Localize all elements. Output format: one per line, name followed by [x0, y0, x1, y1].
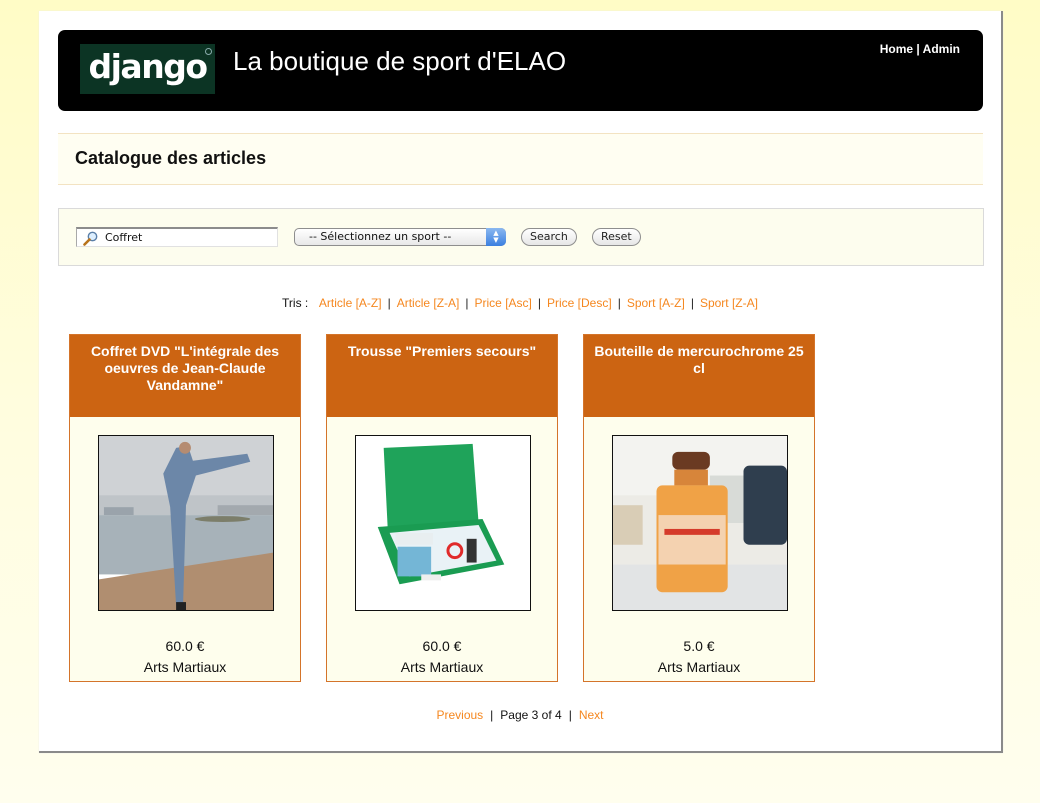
top-nav: Home | Admin — [880, 42, 960, 56]
registered-mark-icon — [205, 48, 212, 55]
sort-separator: | — [690, 296, 694, 310]
product-card[interactable]: Bouteille de mercurochrome 25 cl 5.0 € A… — [583, 334, 815, 682]
pager-separator: | — [490, 708, 494, 722]
martial-arts-kick-photo — [99, 436, 273, 610]
previous-page-link[interactable]: Previous — [436, 708, 483, 722]
mercurochrome-bottle-photo — [613, 436, 787, 610]
site-header: django La boutique de sport d'ELAO Home … — [58, 30, 983, 111]
sort-separator: | — [617, 296, 621, 310]
product-image-first-aid[interactable] — [355, 435, 531, 611]
page-status: Page 3 of 4 — [500, 708, 562, 722]
first-aid-kit-photo — [356, 436, 530, 610]
product-sport: Arts Martiaux — [400, 659, 484, 675]
sport-select-value: -- Sélectionnez un sport -- — [309, 230, 452, 243]
sort-sport-desc-link[interactable]: Sport [Z-A] — [700, 296, 758, 310]
pagination: Previous | Page 3 of 4 | Next — [39, 708, 1001, 722]
magnifier-icon — [83, 231, 98, 246]
logo-text: django — [88, 47, 209, 86]
product-price: 60.0 € — [165, 638, 205, 654]
search-button[interactable]: Search — [521, 228, 577, 246]
product-card[interactable]: Coffret DVD "L'intégrale des oeuvres de … — [69, 334, 301, 682]
pager-separator: | — [568, 708, 572, 722]
page-container: django La boutique de sport d'ELAO Home … — [39, 11, 1003, 753]
product-price: 60.0 € — [422, 638, 462, 654]
sort-sport-asc-link[interactable]: Sport [A-Z] — [627, 296, 685, 310]
reset-button[interactable]: Reset — [592, 228, 641, 246]
nav-admin-link[interactable]: Admin — [923, 42, 960, 56]
sort-bar: Tris : Article [A-Z] | Article [Z-A] | Price… — [39, 296, 1001, 310]
sport-select[interactable]: -- Sélectionnez un sport -- ▲ ▼ — [294, 228, 506, 246]
heading-band: Catalogue des articles — [58, 133, 983, 185]
product-price: 5.0 € — [683, 638, 715, 654]
select-arrows-icon: ▲ ▼ — [486, 228, 506, 246]
sort-separator: | — [387, 296, 391, 310]
product-card[interactable]: Trousse "Premiers secours" 60.0 € Arts M… — [326, 334, 558, 682]
sort-label: Tris : — [282, 296, 309, 310]
search-field[interactable] — [76, 227, 278, 247]
nav-home-link[interactable]: Home — [880, 42, 913, 56]
sort-price-desc-link[interactable]: Price [Desc] — [547, 296, 612, 310]
sort-article-desc-link[interactable]: Article [Z-A] — [397, 296, 460, 310]
sort-price-asc-link[interactable]: Price [Asc] — [475, 296, 532, 310]
sort-separator: | — [465, 296, 469, 310]
search-panel: -- Sélectionnez un sport -- ▲▼ Search Re… — [58, 208, 984, 266]
product-title[interactable]: Bouteille de mercurochrome 25 cl — [584, 335, 814, 417]
sort-separator: | — [537, 296, 541, 310]
product-title[interactable]: Trousse "Premiers secours" — [327, 335, 557, 417]
search-input[interactable] — [105, 229, 275, 246]
product-sport: Arts Martiaux — [657, 659, 741, 675]
product-title[interactable]: Coffret DVD "L'intégrale des oeuvres de … — [70, 335, 300, 417]
page-title: Catalogue des articles — [75, 148, 267, 168]
product-sport: Arts Martiaux — [143, 659, 227, 675]
next-page-link[interactable]: Next — [579, 708, 604, 722]
django-logo[interactable]: django — [80, 44, 215, 94]
product-image-martial-arts[interactable] — [98, 435, 274, 611]
sort-article-asc-link[interactable]: Article [A-Z] — [319, 296, 382, 310]
product-image-mercurochrome[interactable] — [612, 435, 788, 611]
site-title: La boutique de sport d'ELAO — [233, 46, 567, 76]
